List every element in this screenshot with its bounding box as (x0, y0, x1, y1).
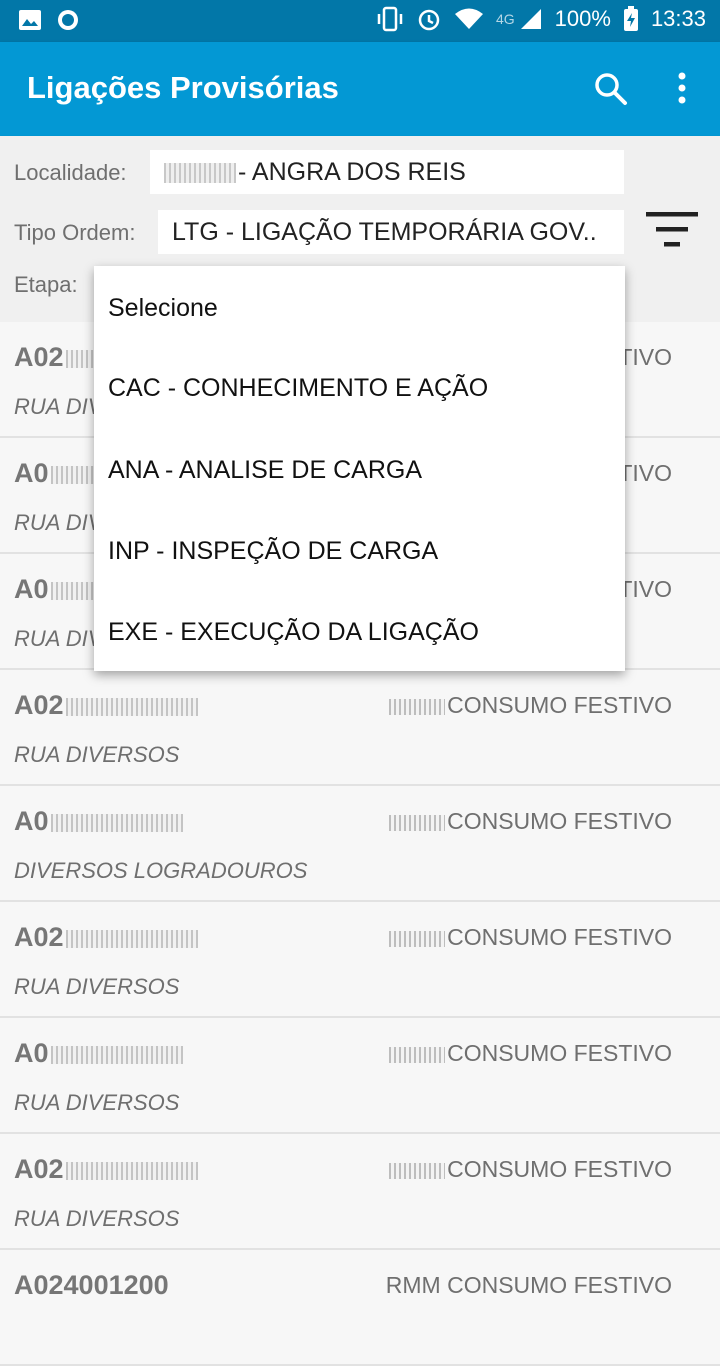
order-code: A02 (14, 922, 198, 953)
list-item[interactable]: A0 CONSUMO FESTIVO RUA DIVERSOS (0, 1018, 720, 1134)
etapa-dropdown: Selecione CAC - CONHECIMENTO E AÇÃO ANA … (94, 266, 625, 671)
battery-charging-icon (623, 6, 639, 32)
order-address: RUA DIVERSOS (14, 1090, 180, 1115)
order-type: CONSUMO FESTIVO (389, 808, 672, 835)
order-address: RUA DIV (14, 394, 103, 419)
order-address: RUA DIVERSOS (14, 974, 180, 999)
list-item[interactable]: A0 CONSUMO FESTIVO DIVERSOS LOGRADOUROS (0, 786, 720, 902)
order-type: CONSUMO FESTIVO (389, 692, 672, 719)
image-icon (18, 9, 42, 31)
order-type: CONSUMO FESTIVO (389, 924, 672, 951)
signal-icon (519, 7, 543, 31)
list-item[interactable]: A02 CONSUMO FESTIVO RUA DIVERSOS (0, 670, 720, 786)
redacted-mask (164, 163, 236, 184)
battery-percent: 100% (554, 6, 611, 31)
order-code: A0 (14, 1038, 183, 1069)
network-type: 4G (495, 11, 515, 27)
order-address: RUA DIV (14, 626, 103, 651)
alarm-icon (416, 6, 442, 32)
order-type: CONSUMO FESTIVO (389, 1040, 672, 1067)
tipo-ordem-select[interactable]: LTG - LIGAÇÃO TEMPORÁRIA GOV.. (158, 210, 624, 254)
more-vert-icon (664, 72, 700, 114)
dropdown-option-selecione[interactable]: Selecione (108, 294, 218, 323)
overflow-menu-button[interactable] (664, 68, 700, 110)
localidade-value: - ANGRA DOS REIS (238, 158, 466, 186)
order-type: CONSUMO FESTIVO (389, 1156, 672, 1183)
order-code: A024001200 (14, 1270, 169, 1300)
sync-icon (56, 8, 80, 32)
tipo-ordem-value: LTG - LIGAÇÃO TEMPORÁRIA GOV.. (172, 218, 597, 246)
list-item[interactable]: A024001200 RMM CONSUMO FESTIVO (0, 1250, 720, 1366)
order-type: TIVO (618, 460, 672, 486)
order-type: TIVO (618, 576, 672, 602)
filter-button[interactable] (644, 208, 700, 252)
order-type: TIVO (618, 344, 672, 370)
order-address: RUA DIV (14, 510, 103, 535)
order-address: RUA DIVERSOS (14, 742, 180, 767)
search-icon (590, 73, 632, 114)
dropdown-option-inp[interactable]: INP - INSPEÇÃO DE CARGA (108, 537, 438, 566)
vibrate-icon (376, 6, 404, 32)
etapa-label: Etapa: (14, 272, 78, 297)
wifi-icon (454, 7, 484, 31)
dropdown-option-exe[interactable]: EXE - EXECUÇÃO DA LIGAÇÃO (108, 618, 479, 647)
page-title: Ligações Provisórias (27, 70, 339, 105)
order-code: A0 (14, 806, 183, 837)
dropdown-option-cac[interactable]: CAC - CONHECIMENTO E AÇÃO (108, 374, 488, 403)
list-item[interactable]: A02 CONSUMO FESTIVO RUA DIVERSOS (0, 1134, 720, 1250)
order-address: DIVERSOS LOGRADOUROS (14, 858, 308, 883)
order-code: A02 (14, 690, 198, 721)
app-bar: Ligações Provisórias (0, 42, 720, 136)
dropdown-option-ana[interactable]: ANA - ANALISE DE CARGA (108, 456, 422, 485)
localidade-select[interactable]: - ANGRA DOS REIS (150, 150, 624, 194)
search-button[interactable] (590, 68, 632, 110)
localidade-label: Localidade: (14, 160, 127, 185)
list-item[interactable]: A02 CONSUMO FESTIVO RUA DIVERSOS (0, 902, 720, 1018)
tipo-ordem-label: Tipo Ordem: (14, 220, 136, 245)
status-bar: 4G 100% 13:33 (0, 0, 720, 42)
order-code: A02 (14, 1154, 198, 1185)
clock: 13:33 (650, 6, 706, 31)
order-address: RUA DIVERSOS (14, 1206, 180, 1231)
order-type: RMM CONSUMO FESTIVO (385, 1272, 672, 1298)
filter-icon (644, 212, 700, 256)
